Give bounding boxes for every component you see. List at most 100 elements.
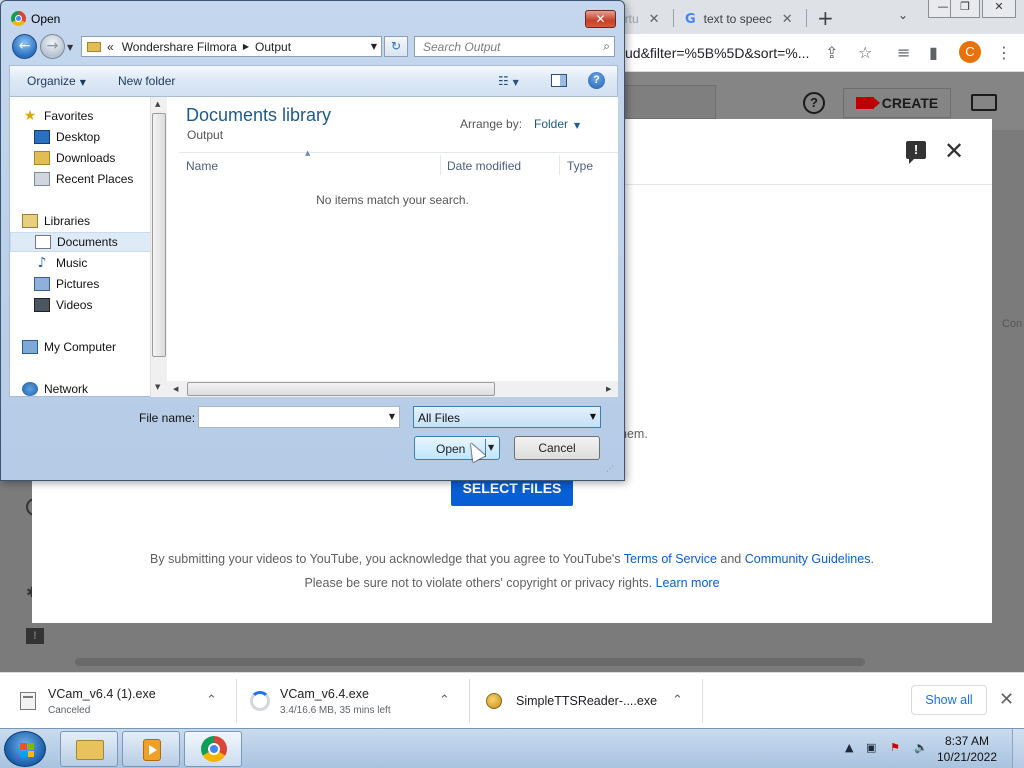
computer-icon: [22, 340, 38, 354]
start-button[interactable]: [4, 731, 46, 767]
file-name-field[interactable]: ▼: [198, 406, 400, 428]
file-list-horizontal-scrollbar[interactable]: ◀ ▶: [167, 381, 618, 397]
maximize-button[interactable]: ❐: [950, 0, 980, 18]
nav-label: Documents: [57, 235, 118, 249]
download-progress-icon: [250, 691, 270, 711]
scroll-right-arrow-icon[interactable]: ▶: [606, 385, 611, 393]
file-type-select[interactable]: All Files ▼: [413, 406, 601, 428]
browser-tab-text-to-speech[interactable]: G text to speec ✕: [675, 4, 803, 34]
network-icon[interactable]: ▣: [866, 741, 876, 754]
close-tab-icon[interactable]: ✕: [649, 11, 660, 27]
close-download-shelf-icon[interactable]: ✕: [999, 689, 1014, 710]
address-bar-url[interactable]: ud&filter=%5B%5D&sort=%...: [625, 45, 809, 61]
file-name-history-dropdown-icon[interactable]: ▼: [389, 412, 395, 421]
column-divider[interactable]: [559, 155, 560, 175]
action-center-icon[interactable]: ⚑: [890, 741, 900, 754]
community-guidelines-link[interactable]: Community Guidelines: [745, 552, 871, 566]
show-all-downloads-button[interactable]: Show all: [911, 685, 987, 715]
scroll-up-arrow-icon[interactable]: ▲: [155, 100, 160, 108]
new-tab-button[interactable]: +: [817, 6, 834, 30]
change-view-icon[interactable]: ☷ ▼: [498, 74, 519, 88]
column-name[interactable]: Name: [186, 159, 218, 173]
taskbar-clock[interactable]: 8:37 AM 10/21/2022: [936, 733, 998, 765]
profile-avatar[interactable]: C: [959, 41, 981, 63]
open-button[interactable]: Open ▼: [414, 436, 500, 460]
empty-results-message: No items match your search.: [316, 193, 469, 207]
new-folder-button[interactable]: New folder: [118, 74, 175, 88]
search-box[interactable]: ⌕: [414, 36, 615, 57]
show-hidden-icons-icon[interactable]: ▲: [845, 741, 853, 754]
scrollbar-thumb[interactable]: [187, 382, 495, 396]
breadcrumb-item[interactable]: Output: [255, 40, 291, 54]
nav-label: Desktop: [56, 130, 101, 144]
nav-label: Libraries: [44, 214, 91, 228]
forward-button[interactable]: →: [40, 34, 65, 59]
share-icon[interactable]: ⇪: [825, 43, 838, 62]
learn-more-link[interactable]: Learn more: [656, 576, 720, 590]
monitor-icon[interactable]: [971, 94, 997, 111]
show-desktop-button[interactable]: [1012, 729, 1024, 768]
column-divider[interactable]: [440, 155, 441, 175]
download-options-chevron-icon[interactable]: ⌃: [672, 693, 683, 708]
download-options-chevron-icon[interactable]: ⌃: [206, 693, 217, 708]
scroll-left-arrow-icon[interactable]: ◀: [173, 385, 178, 393]
nav-item-favorites[interactable]: ★ Favorites: [22, 106, 163, 126]
folder-icon: [87, 41, 101, 52]
chrome-menu-icon[interactable]: ⋮: [996, 43, 1012, 62]
address-breadcrumb-bar[interactable]: « Wondershare Filmora ▶ Output ▼: [81, 36, 382, 57]
breadcrumb-item[interactable]: Wondershare Filmora: [122, 40, 237, 54]
close-window-button[interactable]: ✕: [982, 0, 1016, 18]
breadcrumb-separator-icon[interactable]: ▶: [243, 42, 249, 51]
nav-item-my-computer[interactable]: My Computer: [22, 337, 163, 357]
taskbar-file-explorer[interactable]: [60, 731, 118, 767]
navigation-pane-scrollbar[interactable]: ▲ ▼: [150, 97, 167, 397]
scrollbar-thumb[interactable]: [152, 113, 166, 357]
preview-pane-icon[interactable]: [551, 74, 567, 87]
side-panel-icon[interactable]: ▮: [929, 43, 938, 62]
create-button[interactable]: CREATE: [843, 88, 951, 118]
file-name-input[interactable]: [199, 407, 379, 427]
close-upload-dialog-icon[interactable]: ✕: [944, 137, 964, 165]
tab-search-chevron-icon[interactable]: ⌄: [898, 8, 908, 22]
volume-icon[interactable]: 🔈: [914, 741, 928, 754]
address-dropdown-icon[interactable]: ▼: [371, 42, 377, 51]
close-tab-icon[interactable]: ✕: [782, 11, 793, 27]
cancel-button[interactable]: Cancel: [514, 436, 600, 460]
organize-button[interactable]: Organize ▼: [27, 74, 86, 88]
dialog-close-button[interactable]: ✕: [585, 10, 616, 28]
help-icon[interactable]: ?: [803, 92, 825, 114]
command-bar: Organize ▼ New folder ☷ ▼ ?: [9, 65, 618, 97]
nav-item-documents[interactable]: Documents: [10, 232, 151, 252]
back-button[interactable]: ←: [12, 34, 37, 59]
page-horizontal-scrollbar[interactable]: [75, 658, 865, 666]
taskbar-chrome[interactable]: [184, 731, 242, 767]
arrange-by-dropdown[interactable]: Folder ▼: [534, 117, 580, 131]
videos-icon: [34, 298, 50, 312]
nav-item-libraries[interactable]: Libraries: [22, 211, 163, 231]
download-item[interactable]: VCam_v6.4.exe 3.4/16.6 MB, 35 mins left: [250, 673, 391, 729]
scroll-down-arrow-icon[interactable]: ▼: [155, 383, 160, 391]
nav-item-network[interactable]: Network: [22, 379, 163, 399]
help-icon[interactable]: ?: [588, 72, 605, 89]
bookmark-star-icon[interactable]: ☆: [858, 43, 872, 62]
download-options-chevron-icon[interactable]: ⌃: [439, 693, 450, 708]
column-type[interactable]: Type: [567, 159, 593, 173]
terms-of-service-link[interactable]: Terms of Service: [624, 552, 717, 566]
resize-grip-icon[interactable]: ⋰: [606, 464, 614, 473]
copyright-disclaimer: Please be sure not to violate others' co…: [32, 576, 992, 590]
breadcrumb-overflow[interactable]: «: [107, 40, 114, 54]
feedback-icon[interactable]: !: [26, 628, 44, 644]
recent-locations-dropdown-icon[interactable]: ▼: [67, 43, 73, 52]
download-item[interactable]: SimpleTTSReader-....exe: [486, 673, 657, 729]
send-feedback-icon[interactable]: !: [906, 141, 926, 164]
refresh-button[interactable]: ↻: [384, 36, 408, 57]
download-item[interactable]: VCam_v6.4 (1).exe Canceled: [20, 673, 156, 729]
open-options-dropdown-icon[interactable]: ▼: [488, 443, 494, 452]
tab-separator: [806, 9, 807, 27]
media-controls-icon[interactable]: ≡: [897, 43, 910, 62]
chrome-icon: [11, 11, 26, 26]
column-date-modified[interactable]: Date modified: [447, 159, 521, 173]
taskbar-media-player[interactable]: [122, 731, 180, 767]
search-input[interactable]: [415, 37, 585, 56]
tts-reader-icon: [486, 693, 502, 709]
